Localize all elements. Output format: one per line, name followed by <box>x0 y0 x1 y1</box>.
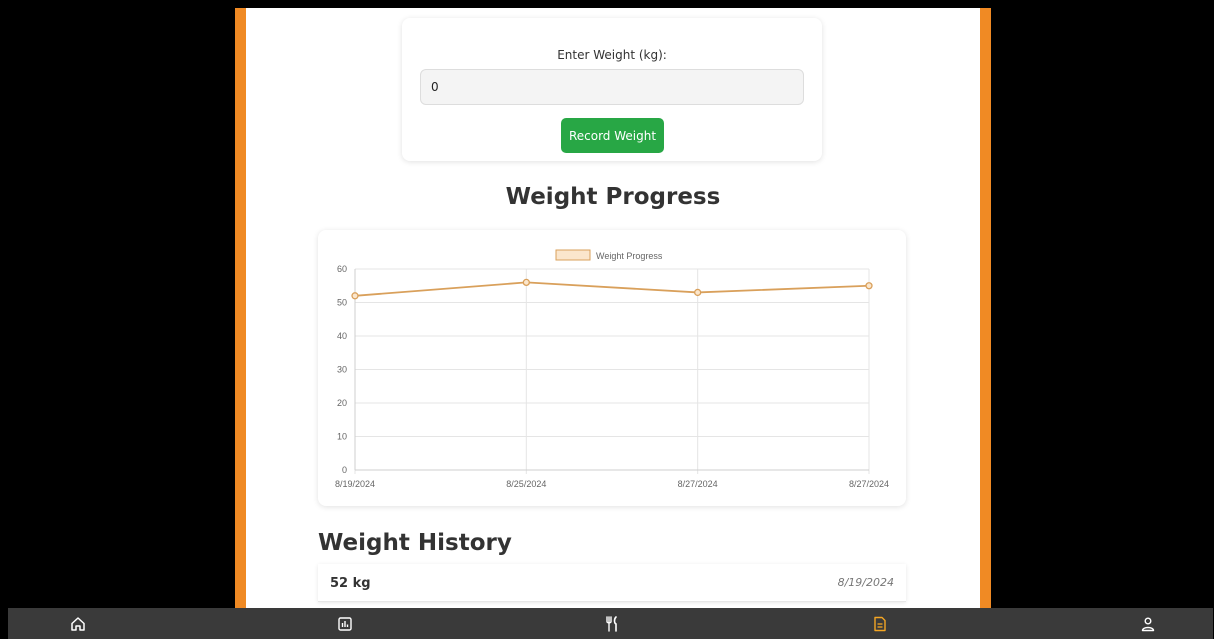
nav-home[interactable] <box>58 608 98 639</box>
y-tick-label: 30 <box>337 365 347 375</box>
nav-meals[interactable] <box>592 608 632 639</box>
weight-history-title: Weight History <box>318 530 512 556</box>
x-tick-label: 8/27/2024 <box>849 479 889 489</box>
x-tick-label: 8/19/2024 <box>335 479 375 489</box>
bottom-nav <box>8 608 1213 639</box>
series-line <box>354 281 870 297</box>
weight-progress-chart: 0 10 20 30 40 50 60 8/19/2024 8/25/2024 8/27/2024… <box>318 230 906 506</box>
weight-progress-title: Weight Progress <box>505 184 721 210</box>
weight-entry-card: Enter Weight (kg): Record Weight <box>402 18 822 161</box>
data-point <box>694 288 702 297</box>
x-tick-label: 8/27/2024 <box>678 479 718 489</box>
y-tick-label: 20 <box>337 398 347 408</box>
nav-profile[interactable] <box>1128 608 1168 639</box>
chart-svg: 0 10 20 30 40 50 60 8/19/2024 8/25/2024 8/27/2024… <box>335 249 889 489</box>
record-weight-button[interactable]: Record Weight <box>561 118 664 153</box>
y-tick-label: 60 <box>337 264 347 274</box>
history-weight: 52 kg <box>330 576 371 591</box>
weight-input-label: Enter Weight (kg): <box>557 48 667 62</box>
nav-stats[interactable] <box>325 608 365 639</box>
data-point <box>351 292 359 300</box>
y-tick-label: 0 <box>342 465 347 475</box>
app-screen: Enter Weight (kg): Record Weight Weight … <box>8 8 1213 639</box>
nav-log[interactable] <box>860 608 900 639</box>
user-icon <box>1141 617 1155 631</box>
document-icon <box>874 616 886 631</box>
data-point <box>522 278 530 287</box>
legend-label: Weight Progress <box>596 251 663 261</box>
weight-input[interactable] <box>420 69 804 105</box>
y-tick-label: 40 <box>337 331 347 341</box>
y-tick-label: 10 <box>337 432 347 442</box>
utensils-icon <box>606 615 617 632</box>
history-row[interactable]: 52 kg 8/19/2024 <box>318 564 906 602</box>
chart-icon <box>338 616 352 631</box>
home-icon <box>71 616 85 631</box>
legend-swatch <box>555 249 591 261</box>
data-point <box>865 282 873 290</box>
content-frame: Enter Weight (kg): Record Weight Weight … <box>235 8 991 608</box>
content-area: Enter Weight (kg): Record Weight Weight … <box>246 8 980 608</box>
y-tick-label: 50 <box>337 298 347 308</box>
x-tick-label: 8/25/2024 <box>506 479 546 489</box>
history-date: 8/19/2024 <box>837 576 894 589</box>
